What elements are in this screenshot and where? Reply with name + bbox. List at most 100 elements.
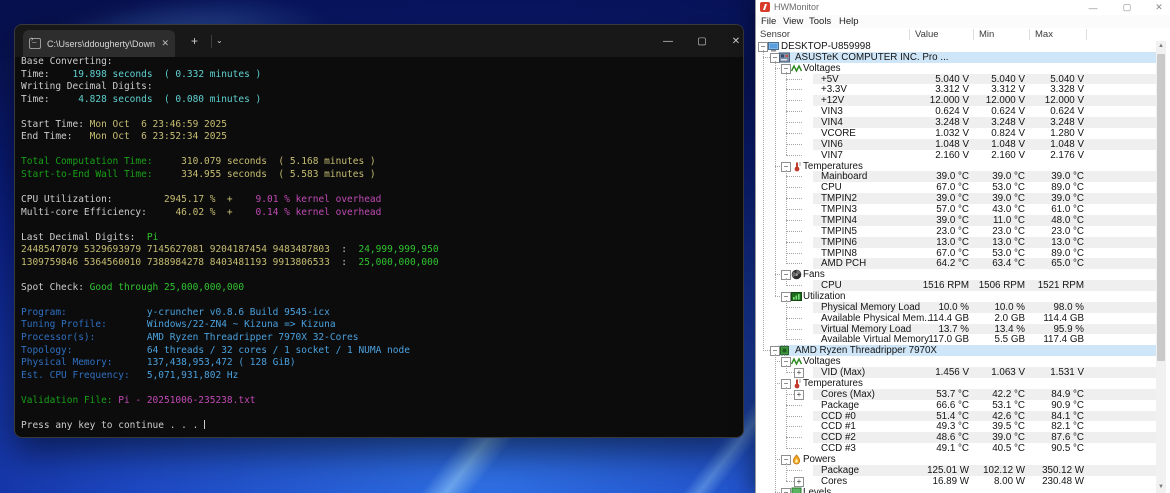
hwmonitor-window[interactable]: HWMonitor — ▢ ✕ File View Tools Help Sen… xyxy=(755,0,1170,493)
menu-file[interactable]: File xyxy=(761,16,776,27)
sensor-row[interactable]: TMPIN867.0 °C53.0 °C89.0 °C xyxy=(756,248,1170,259)
sensor-row[interactable]: CPU67.0 °C53.0 °C89.0 °C xyxy=(756,182,1170,193)
section-row[interactable]: −Fans xyxy=(756,269,1170,280)
sensor-row[interactable]: VIN43.248 V3.248 V3.248 V xyxy=(756,117,1170,128)
min-cell: 53.0 °C xyxy=(974,248,1025,259)
menu-tools[interactable]: Tools xyxy=(809,16,831,27)
expand-toggle[interactable]: + xyxy=(794,477,804,487)
sensor-row[interactable]: Package125.01 W102.12 W350.12 W xyxy=(756,465,1170,476)
sensor-row[interactable]: TMPIN439.0 °C11.0 °C48.0 °C xyxy=(756,215,1170,226)
column-header-max[interactable]: Max xyxy=(1035,29,1053,40)
sensor-row[interactable]: +12V12.000 V12.000 V12.000 V xyxy=(756,95,1170,106)
expand-toggle[interactable]: + xyxy=(794,390,804,400)
menu-view[interactable]: View xyxy=(783,16,803,27)
sensor-row[interactable]: AMD PCH64.2 °C63.4 °C65.0 °C xyxy=(756,258,1170,269)
sensor-row[interactable]: +5V5.040 V5.040 V5.040 V xyxy=(756,74,1170,85)
sensor-row[interactable]: Virtual Memory Load13.7 %13.4 %95.9 % xyxy=(756,324,1170,335)
terminal-line: CPU Utilization: 2945.17 % + 9.01 % kern… xyxy=(21,194,741,207)
minimize-button[interactable]: — xyxy=(651,25,685,57)
column-divider[interactable] xyxy=(909,29,910,40)
sensor-row[interactable]: TMPIN357.0 °C43.0 °C61.0 °C xyxy=(756,204,1170,215)
value-cell: 39.0 °C xyxy=(906,171,969,182)
sensor-row[interactable]: Physical Memory Load10.0 %10.0 %98.0 % xyxy=(756,302,1170,313)
tab-dropdown-button[interactable]: ⌄ xyxy=(216,36,223,45)
scrollbar-thumb[interactable] xyxy=(1157,54,1165,361)
section-row[interactable]: −Utilization xyxy=(756,291,1170,302)
hwmonitor-titlebar[interactable]: HWMonitor — ▢ ✕ xyxy=(756,0,1170,15)
power-icon xyxy=(791,454,802,465)
min-cell: 5.040 V xyxy=(974,74,1025,85)
hwmonitor-title: HWMonitor xyxy=(774,2,819,12)
vertical-scrollbar[interactable]: ▲ ▼ xyxy=(1156,41,1166,493)
min-cell: 102.12 W xyxy=(974,465,1025,476)
value-cell: 114.4 GB xyxy=(906,313,969,324)
scroll-down-icon[interactable]: ▼ xyxy=(1156,482,1166,493)
menu-help[interactable]: Help xyxy=(839,16,859,27)
sensor-row[interactable]: CPU1516 RPM1506 RPM1521 RPM xyxy=(756,280,1170,291)
maximize-button[interactable]: ▢ xyxy=(1116,0,1138,15)
section-row[interactable]: −Levels xyxy=(756,487,1170,493)
close-button[interactable]: ✕ xyxy=(1148,0,1170,15)
sensor-label: CCD #3 xyxy=(821,443,856,454)
expand-toggle[interactable]: + xyxy=(794,368,804,378)
terminal-titlebar[interactable]: C:\Users\ddougherty\Downlo ✕ + ⌄ — ▢ ✕ xyxy=(15,25,743,57)
sensor-row[interactable]: +3.3V3.312 V3.312 V3.328 V xyxy=(756,84,1170,95)
section-row[interactable]: −Voltages xyxy=(756,356,1170,367)
section-row[interactable]: −Voltages xyxy=(756,63,1170,74)
section-row[interactable]: −Powers xyxy=(756,454,1170,465)
max-cell: 350.12 W xyxy=(1030,465,1084,476)
expand-toggle[interactable]: − xyxy=(781,488,791,493)
value-cell: 53.7 °C xyxy=(906,389,969,400)
max-cell: 98.0 % xyxy=(1030,302,1084,313)
close-button[interactable]: ✕ xyxy=(719,25,753,57)
column-header-min[interactable]: Min xyxy=(979,29,994,40)
max-cell: 84.1 °C xyxy=(1030,411,1084,422)
sensor-row[interactable]: CCD #248.6 °C39.0 °C87.6 °C xyxy=(756,432,1170,443)
sensor-row[interactable]: TMPIN239.0 °C39.0 °C39.0 °C xyxy=(756,193,1170,204)
sensor-row[interactable]: VIN61.048 V1.048 V1.048 V xyxy=(756,139,1170,150)
sensor-row[interactable]: +Cores (Max)53.7 °C42.2 °C84.9 °C xyxy=(756,389,1170,400)
sensor-row[interactable]: Available Physical Mem...114.4 GB2.0 GB1… xyxy=(756,313,1170,324)
sensor-row[interactable]: VCORE1.032 V0.824 V1.280 V xyxy=(756,128,1170,139)
terminal-line: End Time: Mon Oct 6 23:52:34 2025 xyxy=(21,131,741,144)
column-divider[interactable] xyxy=(1086,29,1087,40)
sensor-label: CCD #1 xyxy=(821,421,856,432)
min-cell: 53.1 °C xyxy=(974,400,1025,411)
sensor-row[interactable]: CCD #149.3 °C39.5 °C82.1 °C xyxy=(756,421,1170,432)
sensor-row[interactable]: CCD #349.1 °C40.5 °C90.5 °C xyxy=(756,443,1170,454)
section-row[interactable]: −Temperatures xyxy=(756,161,1170,172)
sensor-row[interactable]: Package66.6 °C53.1 °C90.9 °C xyxy=(756,400,1170,411)
sensor-row[interactable]: Available Virtual Memory117.0 GB5.5 GB11… xyxy=(756,334,1170,345)
scroll-up-icon[interactable]: ▲ xyxy=(1156,41,1166,52)
root-row[interactable]: −DESKTOP-U859998 xyxy=(756,41,1170,52)
tree-branch-line xyxy=(786,437,802,438)
device-row[interactable]: −AMD Ryzen Threadripper 7970X xyxy=(756,345,1170,356)
new-tab-button[interactable]: + xyxy=(191,34,198,48)
column-divider[interactable] xyxy=(973,29,974,40)
minimize-button[interactable]: — xyxy=(1082,0,1104,15)
terminal-tab[interactable]: C:\Users\ddougherty\Downlo ✕ xyxy=(23,30,175,57)
tab-close-icon[interactable]: ✕ xyxy=(161,38,169,49)
sensor-row[interactable]: VIN72.160 V2.160 V2.176 V xyxy=(756,150,1170,161)
sensor-row[interactable]: TMPIN523.0 °C23.0 °C23.0 °C xyxy=(756,226,1170,237)
sensor-row[interactable]: TMPIN613.0 °C13.0 °C13.0 °C xyxy=(756,237,1170,248)
device-row[interactable]: −ASUSTeK COMPUTER INC. Pro ... xyxy=(756,52,1170,63)
sensor-label: +12V xyxy=(821,95,844,106)
min-cell: 39.5 °C xyxy=(974,421,1025,432)
value-cell: 1.032 V xyxy=(906,128,969,139)
tree-spine-line xyxy=(786,278,787,285)
sensor-row[interactable]: CCD #051.4 °C42.6 °C84.1 °C xyxy=(756,411,1170,422)
terminal-window[interactable]: C:\Users\ddougherty\Downlo ✕ + ⌄ — ▢ ✕ B… xyxy=(14,24,744,438)
max-cell: 114.4 GB xyxy=(1030,313,1084,324)
column-header-sensor[interactable]: Sensor xyxy=(760,29,790,40)
maximize-button[interactable]: ▢ xyxy=(685,25,719,57)
sensor-row[interactable]: VIN30.624 V0.624 V0.624 V xyxy=(756,106,1170,117)
column-divider[interactable] xyxy=(1029,29,1030,40)
sensor-row[interactable]: +VID (Max)1.456 V1.063 V1.531 V xyxy=(756,367,1170,378)
terminal-content[interactable]: Base Converting:Time: 19.898 seconds ( 0… xyxy=(21,56,741,435)
sensor-row[interactable]: +Cores16.89 W8.00 W230.48 W xyxy=(756,476,1170,487)
column-header-value[interactable]: Value xyxy=(915,29,939,40)
sensor-label: Temperatures xyxy=(803,378,863,389)
sensor-row[interactable]: Mainboard39.0 °C39.0 °C39.0 °C xyxy=(756,171,1170,182)
section-row[interactable]: −Temperatures xyxy=(756,378,1170,389)
